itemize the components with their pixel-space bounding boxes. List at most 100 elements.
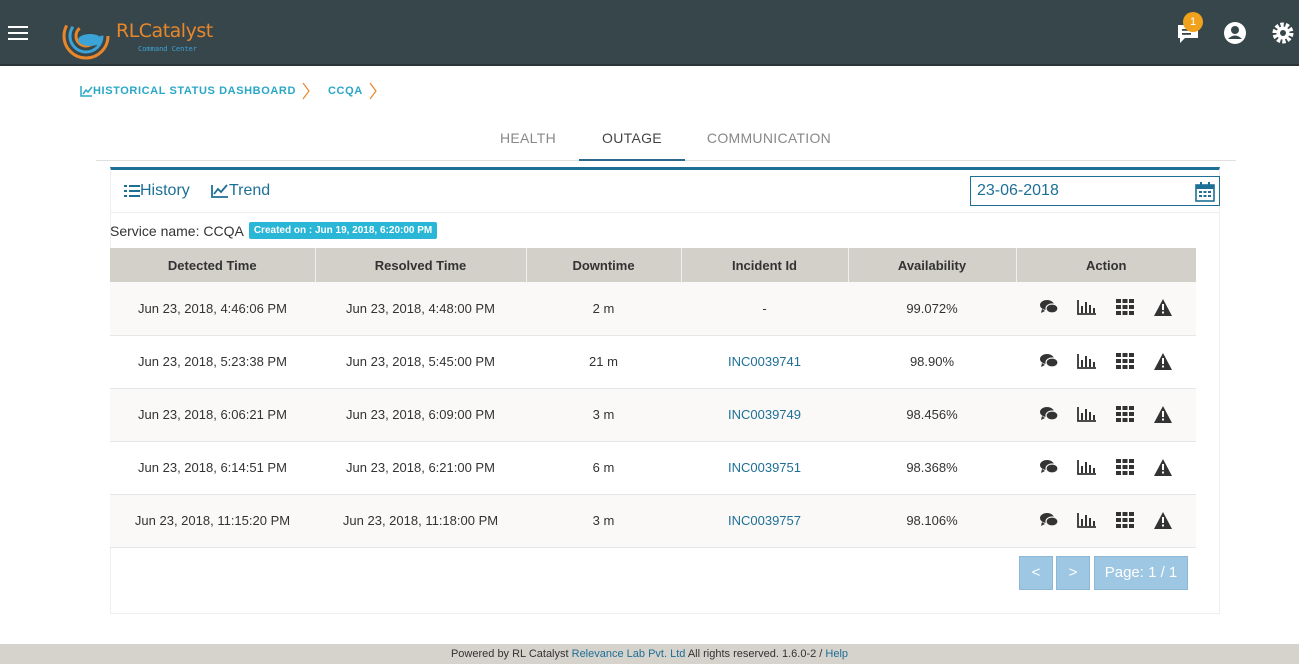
next-page-button[interactable]: > (1056, 556, 1090, 590)
trend-view-button[interactable]: Trend (211, 182, 270, 200)
column-header[interactable]: Resolved Time (315, 248, 527, 282)
hamburger-menu-icon[interactable] (8, 25, 28, 41)
comments-icon[interactable] (1039, 299, 1059, 317)
table-row: Jun 23, 2018, 4:46:06 PM Jun 23, 2018, 4:… (110, 282, 1196, 336)
line-chart-icon (80, 86, 93, 97)
table-body: Jun 23, 2018, 4:46:06 PM Jun 23, 2018, 4:… (110, 282, 1196, 548)
tab-outage[interactable]: OUTAGE (579, 119, 685, 161)
footer-help-link[interactable]: Help (825, 648, 848, 660)
row-actions (1016, 511, 1196, 530)
action-cell (1016, 494, 1196, 548)
availability-cell: 98.368% (848, 441, 1016, 495)
grid-icon[interactable] (1115, 511, 1135, 530)
warning-icon[interactable] (1153, 299, 1173, 317)
comments-icon[interactable] (1039, 406, 1059, 424)
warning-icon[interactable] (1153, 405, 1173, 424)
card-header: History Trend (111, 170, 1220, 213)
page-indicator: Page: 1 / 1 (1094, 556, 1188, 590)
prev-page-button[interactable]: < (1019, 556, 1053, 590)
table-row: Jun 23, 2018, 6:06:21 PM Jun 23, 2018, 6:… (110, 388, 1196, 442)
footer: Powered by RL Catalyst Relevance Lab Pvt… (0, 644, 1299, 664)
bar-chart-icon[interactable] (1077, 512, 1097, 530)
breadcrumb: HISTORICAL STATUS DASHBOARD CCQA (80, 82, 395, 100)
grid-icon[interactable] (1115, 352, 1135, 371)
resolved-time-cell: Jun 23, 2018, 5:45:00 PM (315, 335, 526, 389)
action-cell (1016, 282, 1196, 336)
resolved-time-cell: Jun 23, 2018, 4:48:00 PM (315, 282, 526, 336)
breadcrumb-item-dashboard[interactable]: HISTORICAL STATUS DASHBOARD (80, 85, 296, 97)
outage-table: Detected Time Resolved Time Downtime Inc… (110, 248, 1196, 548)
account-circle-icon (1224, 22, 1246, 44)
comments-icon[interactable] (1039, 459, 1059, 477)
tab-health[interactable]: HEALTH (484, 119, 572, 161)
bar-chart-icon[interactable] (1077, 353, 1097, 371)
date-filter-input[interactable] (970, 176, 1220, 206)
chevron-right-icon (369, 82, 377, 100)
breadcrumb-label: CCQA (328, 85, 363, 97)
action-cell (1016, 335, 1196, 389)
incident-id-cell[interactable]: INC0039757 (681, 494, 848, 548)
breadcrumb-item-ccqa[interactable]: CCQA (328, 85, 363, 97)
downtime-cell: 6 m (526, 441, 681, 495)
incident-id-cell[interactable]: INC0039749 (681, 388, 848, 442)
row-actions (1016, 405, 1196, 424)
settings-button[interactable] (1270, 20, 1296, 46)
calendar-icon[interactable] (1195, 182, 1215, 202)
resolved-time-cell: Jun 23, 2018, 6:21:00 PM (315, 441, 526, 495)
service-info: Service name: CCQA Created on : Jun 19, … (110, 222, 438, 239)
chevron-right-icon (302, 82, 310, 100)
tab-bar: HEALTH OUTAGE COMMUNICATION (96, 119, 1236, 161)
comments-icon[interactable] (1039, 512, 1059, 530)
detected-time-cell: Jun 23, 2018, 6:06:21 PM (110, 388, 315, 442)
warning-icon[interactable] (1153, 458, 1173, 477)
column-header[interactable]: Incident Id (681, 248, 849, 282)
action-cell (1016, 388, 1196, 442)
column-header[interactable]: Availability (848, 248, 1017, 282)
line-chart-icon (211, 184, 228, 198)
resolved-time-cell: Jun 23, 2018, 11:18:00 PM (315, 494, 526, 548)
detected-time-cell: Jun 23, 2018, 11:15:20 PM (110, 494, 315, 548)
availability-cell: 98.456% (848, 388, 1016, 442)
grid-icon[interactable] (1115, 299, 1135, 317)
comments-icon[interactable] (1039, 353, 1059, 371)
column-header[interactable]: Detected Time (110, 248, 316, 282)
incident-id-cell: - (681, 282, 848, 336)
history-view-button[interactable]: History (124, 182, 190, 200)
notification-count-badge: 1 (1183, 12, 1203, 32)
detected-time-cell: Jun 23, 2018, 4:46:06 PM (110, 282, 315, 336)
grid-icon[interactable] (1115, 405, 1135, 424)
table-header-row: Detected Time Resolved Time Downtime Inc… (110, 248, 1196, 282)
list-icon (124, 185, 140, 197)
detected-time-cell: Jun 23, 2018, 6:14:51 PM (110, 441, 315, 495)
created-on-badge: Created on : Jun 19, 2018, 6:20:00 PM (248, 222, 438, 239)
incident-id-cell[interactable]: INC0039741 (681, 335, 848, 389)
grid-icon[interactable] (1115, 458, 1135, 477)
downtime-cell: 21 m (526, 335, 681, 389)
footer-company-link[interactable]: Relevance Lab Pvt. Ltd (572, 648, 686, 660)
tab-communication[interactable]: COMMUNICATION (696, 119, 842, 161)
row-actions (1016, 458, 1196, 477)
top-bar: RLCatalyst Command Center 1 (0, 0, 1299, 66)
availability-cell: 98.90% (848, 335, 1016, 389)
downtime-cell: 3 m (526, 494, 681, 548)
warning-icon[interactable] (1153, 511, 1173, 530)
breadcrumb-label: HISTORICAL STATUS DASHBOARD (93, 85, 297, 97)
column-header[interactable]: Downtime (526, 248, 682, 282)
column-header: Action (1016, 248, 1196, 282)
downtime-cell: 3 m (526, 388, 681, 442)
row-actions (1016, 352, 1196, 371)
app-logo[interactable]: RLCatalyst Command Center (60, 9, 213, 61)
logo-mark-icon (62, 12, 110, 60)
table-row: Jun 23, 2018, 11:15:20 PM Jun 23, 2018, 1… (110, 494, 1196, 548)
bar-chart-icon[interactable] (1077, 299, 1097, 317)
account-button[interactable] (1222, 20, 1248, 46)
bar-chart-icon[interactable] (1077, 406, 1097, 424)
incident-id-cell[interactable]: INC0039751 (681, 441, 848, 495)
availability-cell: 99.072% (848, 282, 1016, 336)
history-label: History (140, 182, 190, 199)
bar-chart-icon[interactable] (1077, 459, 1097, 477)
table-row: Jun 23, 2018, 6:14:51 PM Jun 23, 2018, 6:… (110, 441, 1196, 495)
footer-powered-by: Powered by RL Catalyst (450, 648, 569, 660)
downtime-cell: 2 m (526, 282, 681, 336)
warning-icon[interactable] (1153, 352, 1173, 371)
